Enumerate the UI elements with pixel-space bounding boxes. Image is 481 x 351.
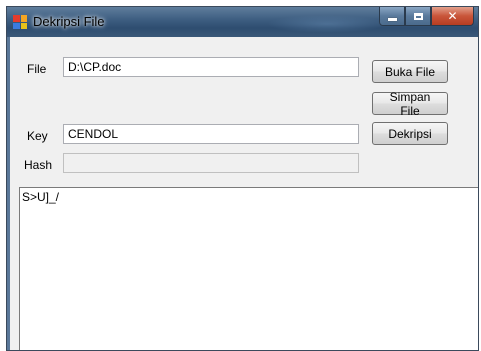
open-file-button[interactable]: Buka File [372, 60, 448, 83]
minimize-icon [387, 17, 397, 21]
output-textarea[interactable]: S>U]_/ [19, 187, 478, 350]
main-window: Dekripsi File ✕ File D:\CP.doc Buka File… [6, 6, 479, 351]
title-bar[interactable]: Dekripsi File ✕ [7, 7, 478, 37]
maximize-icon [413, 12, 423, 20]
close-button[interactable]: ✕ [431, 7, 474, 26]
minimize-button[interactable] [379, 7, 405, 26]
file-path-field[interactable]: D:\CP.doc [63, 57, 359, 77]
hash-field[interactable] [63, 153, 359, 173]
close-icon: ✕ [447, 9, 458, 23]
key-field[interactable]: CENDOL [63, 124, 359, 144]
save-file-button[interactable]: Simpan File [372, 90, 448, 118]
maximize-button[interactable] [405, 7, 431, 26]
app-icon[interactable] [13, 15, 27, 29]
window-frame-left [7, 37, 10, 350]
decrypt-button[interactable]: Dekripsi [372, 122, 448, 145]
hash-label: Hash [24, 158, 53, 172]
caption-buttons: ✕ [379, 7, 474, 27]
file-label: File [27, 62, 47, 76]
key-label: Key [27, 129, 48, 143]
window-title: Dekripsi File [33, 14, 105, 29]
